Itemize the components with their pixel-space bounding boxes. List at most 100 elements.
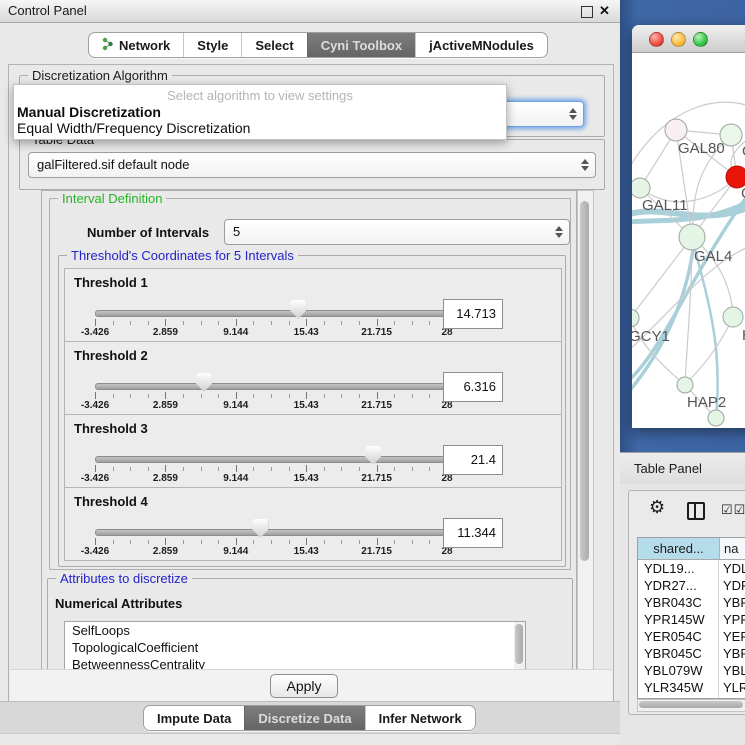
tab-label: Select: [255, 38, 293, 53]
table-cell: YDR27...: [638, 577, 719, 594]
tab-infer-network[interactable]: Infer Network: [365, 706, 475, 730]
threshold-box: Threshold 3 -3.4262.8599.14415.4321.7152…: [64, 414, 562, 488]
slider-tick-label: -3.426: [81, 473, 109, 484]
tab-discretize-data[interactable]: Discretize Data: [244, 706, 364, 730]
slider-tick: [218, 321, 219, 325]
network-node[interactable]: [723, 307, 743, 327]
slider-tick-label: 9.144: [223, 400, 248, 411]
table-row[interactable]: YDR27...YDR2: [638, 577, 745, 594]
tab-impute-data[interactable]: Impute Data: [144, 706, 244, 730]
combo-stepper-icon: [580, 158, 590, 172]
network-node-label: GAL11: [642, 197, 688, 214]
gear-icon[interactable]: ⚙: [649, 497, 665, 518]
threshold-value-field[interactable]: 21.4: [443, 445, 503, 475]
number-of-intervals-combobox[interactable]: 5: [224, 219, 570, 245]
table-row[interactable]: YLR345WYLR3: [638, 679, 745, 696]
threshold-label: Threshold 3: [74, 421, 148, 436]
threshold-value-field[interactable]: 6.316: [443, 372, 503, 402]
slider-tick: [130, 467, 131, 471]
attribute-item[interactable]: BetweennessCentrality: [65, 656, 525, 670]
table-row[interactable]: YER054CYER0: [638, 628, 745, 645]
close-traffic-light-icon[interactable]: [649, 32, 664, 47]
slider-track[interactable]: [95, 456, 449, 463]
slider-tick: [412, 467, 413, 471]
slider-tick: [289, 540, 290, 544]
slider-tick: [95, 319, 96, 326]
float-icon[interactable]: [581, 6, 593, 18]
slider-tick: [341, 540, 342, 544]
table-toolbar: ⚙ ☑☑: [629, 491, 745, 531]
split-columns-icon[interactable]: [687, 502, 705, 520]
zoom-traffic-light-icon[interactable]: [693, 32, 708, 47]
tab-style[interactable]: Style: [183, 33, 241, 57]
slider-tick: [236, 465, 237, 472]
dropdown-option-equal-width[interactable]: Equal Width/Frequency Discretization: [14, 120, 506, 136]
table-panel-bar: Table Panel: [620, 452, 745, 485]
slider-tick-label: 2.859: [153, 327, 178, 338]
slider-tick: [429, 394, 430, 398]
table-data-combobox[interactable]: galFiltered.sif default node: [28, 152, 596, 178]
settings-vertical-scrollbar[interactable]: [577, 190, 594, 670]
network-node-label: GAL80: [678, 140, 725, 157]
attribute-item[interactable]: SelfLoops: [65, 622, 525, 639]
column-header-shared-name[interactable]: shared...: [638, 538, 720, 559]
table-cell: YLR345W: [638, 679, 719, 696]
table-row[interactable]: YPR145WYPR1: [638, 611, 745, 628]
table-row[interactable]: YBR043CYBR0: [638, 594, 745, 611]
slider-tick: [236, 538, 237, 545]
table-horizontal-scrollbar[interactable]: [637, 699, 745, 712]
network-node[interactable]: [679, 224, 705, 250]
slider-track[interactable]: [95, 310, 449, 317]
network-node[interactable]: [665, 119, 687, 141]
slider-tick-label: 2.859: [153, 400, 178, 411]
threshold-value-field[interactable]: 11.344: [443, 518, 503, 548]
close-icon[interactable]: ✕: [599, 3, 610, 19]
attributes-group: Attributes to discretize Numerical Attri…: [47, 578, 573, 670]
threshold-label: Threshold 1: [74, 275, 148, 290]
scrollbar-thumb[interactable]: [580, 201, 589, 561]
numerical-attributes-list[interactable]: SelfLoopsTopologicalCoefficientBetweenne…: [64, 621, 526, 670]
network-node[interactable]: [677, 377, 693, 393]
table-row[interactable]: YBL079WYBL0: [638, 662, 745, 679]
dropdown-option-manual[interactable]: Manual Discretization: [14, 104, 506, 120]
tab-label: Impute Data: [157, 711, 231, 726]
tab-label: jActiveMNodules: [429, 38, 534, 53]
apply-button[interactable]: Apply: [270, 674, 338, 698]
network-edge: [685, 317, 733, 385]
table-cell: YLR3: [719, 679, 745, 696]
slider-tick: [165, 465, 166, 472]
slider-tick: [324, 540, 325, 544]
slider-track[interactable]: [95, 529, 449, 536]
slider-tick: [183, 394, 184, 398]
threshold-value-field[interactable]: 14.713: [443, 299, 503, 329]
window-title: Control Panel: [8, 3, 87, 18]
network-node[interactable]: [708, 410, 724, 426]
slider-track[interactable]: [95, 383, 449, 390]
table-row[interactable]: YDL19...YDL1: [638, 560, 745, 577]
select-columns-icon[interactable]: ☑☑: [721, 502, 745, 518]
tab-jactivemnodules[interactable]: jActiveMNodules: [415, 33, 547, 57]
attributes-list-scrollbar[interactable]: [514, 622, 525, 669]
network-node[interactable]: [720, 124, 742, 146]
slider-tick: [183, 321, 184, 325]
table-row[interactable]: YBR045CYBR0: [638, 645, 745, 662]
network-canvas[interactable]: GAL80GCGAL11GAL4GCY1HHAP2: [632, 52, 745, 428]
column-header-name[interactable]: na: [720, 538, 745, 559]
tab-network[interactable]: Network: [89, 33, 183, 57]
scrollbar-thumb[interactable]: [515, 624, 523, 664]
algorithm-group-title: Discretization Algorithm: [28, 68, 172, 83]
slider-tick: [271, 467, 272, 471]
slider-tick: [130, 321, 131, 325]
attribute-item[interactable]: TopologicalCoefficient: [65, 639, 525, 656]
slider-tick: [341, 321, 342, 325]
scrollbar-thumb[interactable]: [639, 701, 743, 708]
tab-cyni-toolbox[interactable]: Cyni Toolbox: [307, 33, 415, 57]
tab-select[interactable]: Select: [241, 33, 306, 57]
slider-tick-label: 15.43: [294, 400, 319, 411]
slider-tick: [359, 467, 360, 471]
table-body: YDL19...YDL1YDR27...YDR2YBR043CYBR0YPR14…: [638, 560, 745, 699]
minimize-traffic-light-icon[interactable]: [671, 32, 686, 47]
network-node[interactable]: [632, 309, 639, 327]
network-node[interactable]: [632, 178, 650, 198]
number-of-intervals-value: 5: [233, 224, 240, 239]
